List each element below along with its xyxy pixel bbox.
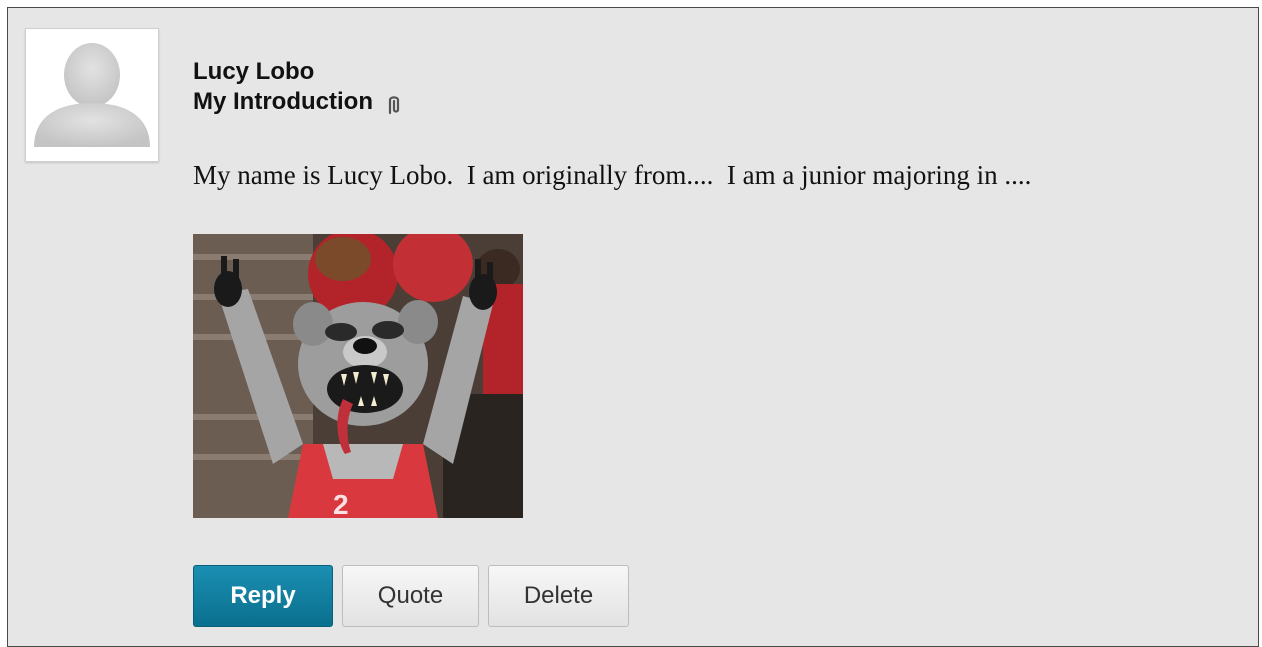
paperclip-icon[interactable]: [385, 93, 403, 115]
reply-button[interactable]: Reply: [193, 565, 333, 627]
post-body: My name is Lucy Lobo. I am originally fr…: [193, 160, 1032, 190]
discussion-post: Lucy Lobo My Introduction My name is Luc…: [7, 7, 1259, 647]
user-silhouette-icon: [26, 29, 158, 161]
avatar: [25, 28, 159, 162]
post-subject-row: My Introduction: [193, 88, 403, 116]
svg-text:2: 2: [333, 489, 349, 518]
quote-button[interactable]: Quote: [342, 565, 479, 627]
post-image-wolf-mascot: 2: [193, 234, 523, 518]
delete-button[interactable]: Delete: [488, 565, 629, 627]
post-subject: My Introduction: [193, 88, 373, 115]
post-author[interactable]: Lucy Lobo: [193, 58, 314, 86]
